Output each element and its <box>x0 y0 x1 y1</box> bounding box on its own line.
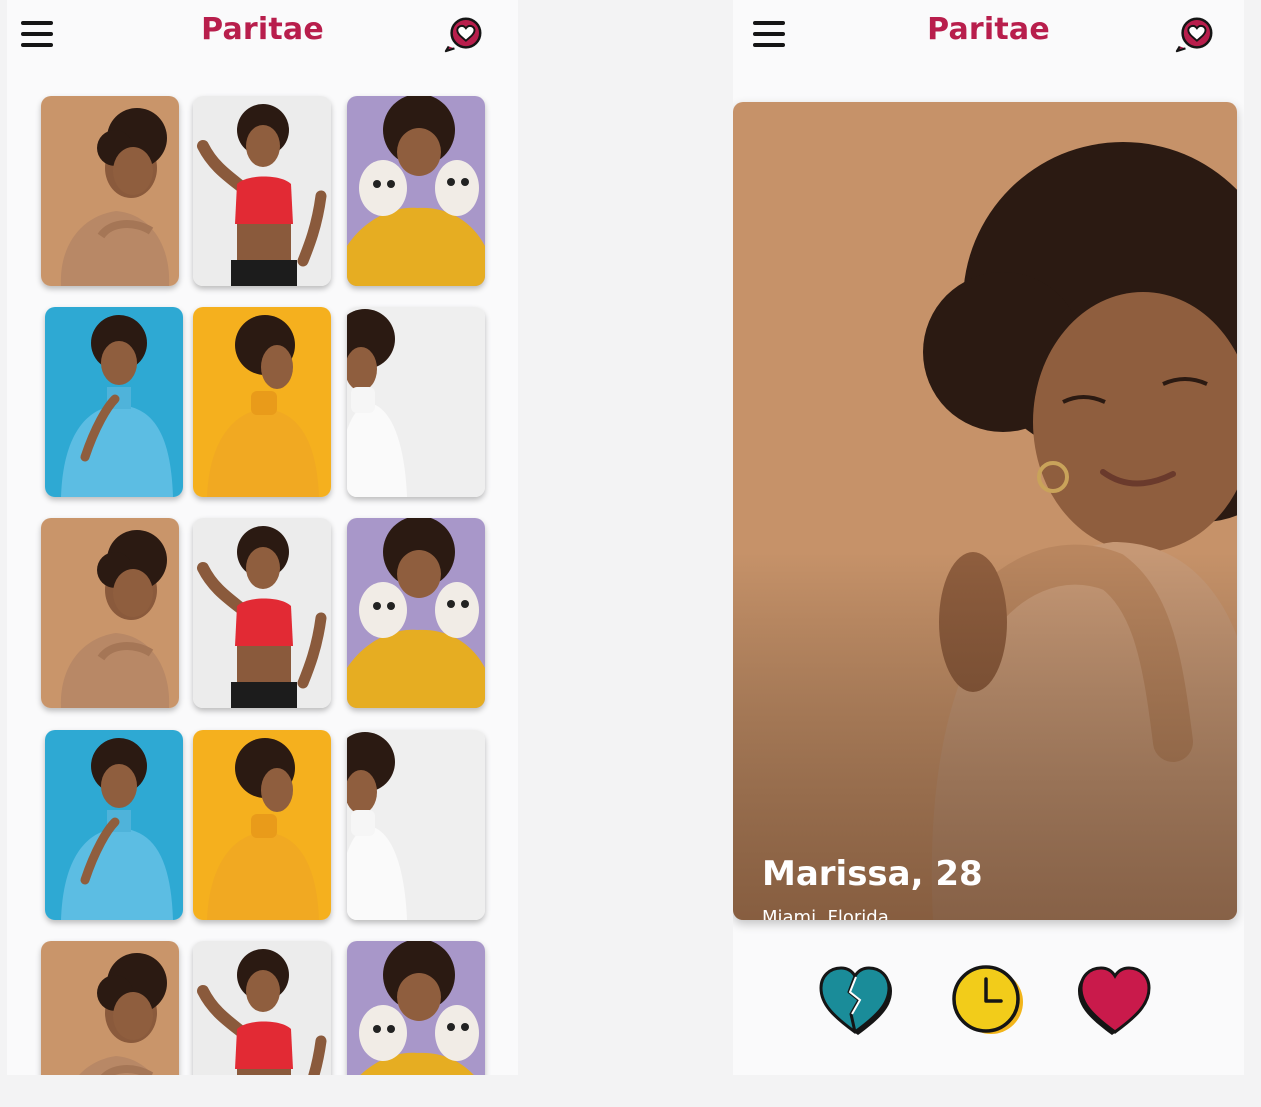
profile-thumbnail <box>347 941 485 1075</box>
heart-icon[interactable] <box>1075 962 1155 1038</box>
clock-icon[interactable] <box>947 962 1027 1038</box>
heart-chat-icon[interactable] <box>443 14 485 54</box>
photo-tile[interactable] <box>41 941 179 1075</box>
profile-thumbnail <box>41 941 179 1075</box>
photo-tile[interactable] <box>347 307 485 497</box>
photo-tile[interactable] <box>193 941 331 1075</box>
photo-tile[interactable] <box>193 730 331 920</box>
profile-thumbnail <box>347 730 485 920</box>
photo-tile[interactable] <box>45 307 183 497</box>
photo-tile[interactable] <box>193 518 331 708</box>
profile-thumbnail <box>347 96 485 286</box>
brand-logo: Paritae <box>927 12 1050 47</box>
broken-heart-icon[interactable] <box>815 962 895 1038</box>
photo-tile[interactable] <box>193 307 331 497</box>
photo-tile[interactable] <box>347 941 485 1075</box>
grid-screen: Paritae <box>7 0 518 1075</box>
photo-tile[interactable] <box>193 96 331 286</box>
profile-thumbnail <box>193 730 331 920</box>
profile-location: Miami, Florida <box>762 907 889 920</box>
profile-thumbnail <box>193 518 331 708</box>
profile-name-age: Marissa, 28 <box>762 854 983 894</box>
photo-tile[interactable] <box>347 518 485 708</box>
photo-tile[interactable] <box>45 730 183 920</box>
profile-thumbnail <box>41 96 179 286</box>
profile-thumbnail <box>193 307 331 497</box>
photo-tile[interactable] <box>41 96 179 286</box>
photo-tile[interactable] <box>41 518 179 708</box>
brand-logo: Paritae <box>201 12 324 47</box>
profile-thumbnail <box>45 307 183 497</box>
profile-photo <box>733 102 1237 920</box>
profile-thumbnail <box>347 307 485 497</box>
profile-card[interactable]: Marissa, 28 Miami, Florida <box>733 102 1237 920</box>
profile-screen: Paritae Marissa, 28 Miami, Florida <box>733 0 1244 1075</box>
profile-thumbnail <box>41 518 179 708</box>
profile-thumbnail <box>347 518 485 708</box>
top-bar: Paritae <box>733 0 1244 70</box>
photo-tile[interactable] <box>347 96 485 286</box>
profile-thumbnail <box>193 941 331 1075</box>
photo-tile[interactable] <box>347 730 485 920</box>
profile-thumbnail <box>193 96 331 286</box>
profile-thumbnail <box>45 730 183 920</box>
heart-chat-icon[interactable] <box>1174 14 1216 54</box>
top-bar: Paritae <box>7 0 518 70</box>
